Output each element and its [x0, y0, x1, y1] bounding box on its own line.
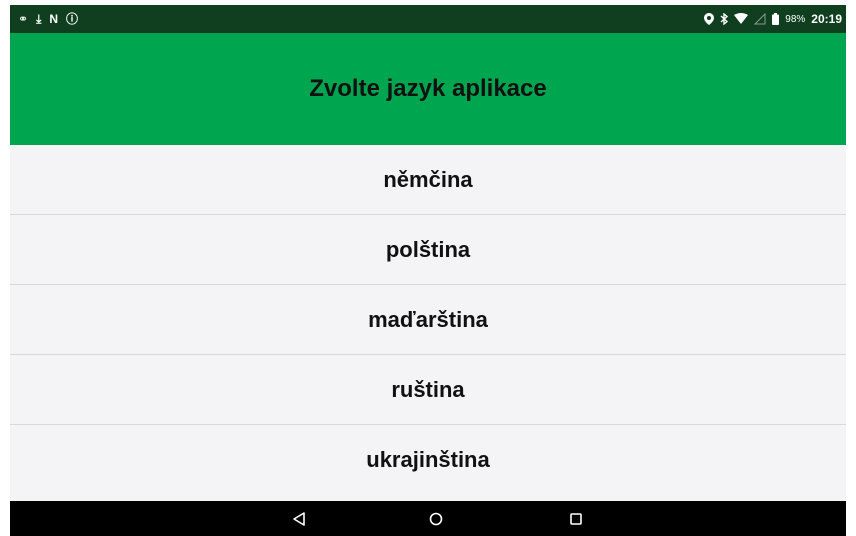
- status-system-icons: 98% 20:19: [704, 12, 842, 26]
- info-icon: ⓘ: [66, 12, 79, 26]
- cellular-icon: [754, 13, 766, 25]
- download-icon: ⤓: [36, 12, 42, 26]
- language-label: ruština: [391, 376, 465, 402]
- battery-icon: [772, 13, 780, 25]
- back-icon: [293, 512, 305, 526]
- home-button[interactable]: [423, 506, 449, 532]
- language-list: němčina polština maďarština ruština ukra…: [10, 145, 846, 495]
- location-icon: [704, 13, 715, 25]
- language-label: maďarština: [368, 306, 488, 332]
- page-title: Zvolte jazyk aplikace: [309, 75, 547, 102]
- language-item-german[interactable]: němčina: [10, 145, 846, 215]
- vpn-key-icon: ⚭: [18, 12, 29, 26]
- app-screen: ⚭ ⤓ N ⓘ 98% 20:19 Zvolte jazyk aplikace …: [10, 5, 846, 536]
- nfc-n-icon: N: [49, 12, 59, 26]
- battery-percent: 98%: [785, 13, 806, 25]
- status-bar: ⚭ ⤓ N ⓘ 98% 20:19: [10, 5, 846, 33]
- recents-icon: [570, 513, 582, 525]
- language-item-ukrainian[interactable]: ukrajinština: [10, 425, 846, 495]
- app-header: Zvolte jazyk aplikace: [10, 33, 846, 145]
- language-item-hungarian[interactable]: maďarština: [10, 285, 846, 355]
- status-notification-icons: ⚭ ⤓ N ⓘ: [18, 13, 78, 25]
- home-icon: [429, 512, 443, 526]
- language-label: polština: [385, 236, 471, 262]
- bluetooth-icon: [720, 13, 729, 25]
- language-label: němčina: [383, 166, 473, 192]
- language-label: ukrajinština: [366, 447, 490, 472]
- recents-button[interactable]: [563, 506, 589, 532]
- back-button[interactable]: [286, 506, 312, 532]
- navigation-bar: [10, 501, 846, 536]
- wifi-icon: [734, 13, 749, 24]
- clock: 20:19: [811, 12, 842, 26]
- language-item-russian[interactable]: ruština: [10, 355, 846, 425]
- language-item-polish[interactable]: polština: [10, 215, 846, 285]
